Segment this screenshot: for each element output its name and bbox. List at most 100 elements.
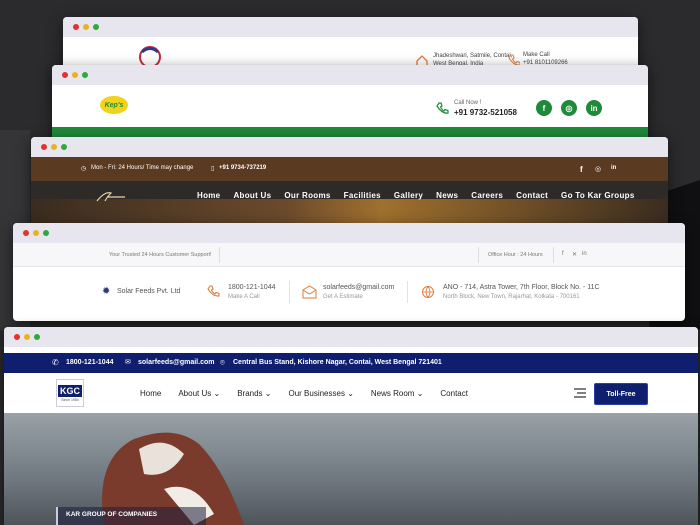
minimize-dot[interactable]: [83, 24, 89, 30]
maximize-dot[interactable]: [34, 334, 40, 340]
email-address[interactable]: solarfeeds@gmail.com: [138, 359, 214, 366]
facebook-icon[interactable]: f: [562, 251, 564, 257]
facebook-icon[interactable]: f: [536, 100, 552, 116]
phone-icon: [207, 285, 220, 297]
title-bar: [52, 65, 648, 85]
nav-brands[interactable]: Brands ⌄: [237, 389, 271, 398]
phone-number[interactable]: 1800-121-1044: [66, 359, 114, 366]
title-bar: [4, 327, 698, 347]
toll-free-label: Toll-Free: [606, 390, 636, 398]
linkedin-icon[interactable]: in: [611, 165, 616, 171]
address-text: Central Bus Stand, Kishore Nagar, Contai…: [233, 359, 442, 366]
email-icon: [302, 285, 317, 299]
kgc-logo[interactable]: KGC Since 1984: [56, 379, 84, 407]
email-icon: ✉: [125, 359, 131, 366]
nav-about-us[interactable]: About Us ⌄: [178, 389, 220, 398]
hero-label-box: KAR GROUP OF COMPANIES: [56, 507, 206, 525]
divider: [289, 281, 290, 303]
chevron-down-icon: ⌄: [264, 389, 272, 398]
chevron-down-icon: ⌄: [347, 389, 354, 398]
hotel-logo-icon[interactable]: [95, 189, 129, 203]
facebook-icon[interactable]: f: [580, 165, 583, 174]
solar-logo-icon: ✹: [102, 286, 111, 297]
phone-icon: [436, 102, 449, 114]
call-number[interactable]: +91 9732-521058: [454, 108, 517, 117]
minimize-dot[interactable]: [33, 230, 39, 236]
title-bar: [13, 223, 685, 243]
nav-news-room-label: News Room: [370, 389, 415, 398]
linkedin-icon[interactable]: in: [586, 100, 602, 116]
nav-our-rooms[interactable]: Our Rooms: [284, 191, 330, 200]
phone-label: Make A Call: [228, 294, 260, 300]
hero-section: KAR GROUP OF COMPANIES: [4, 413, 698, 525]
chevron-down-icon: ⌄: [416, 389, 424, 398]
call-label: Call Now !: [454, 100, 482, 106]
nav-careers[interactable]: Careers: [471, 191, 503, 200]
main-nav: Home About Us Our Rooms Facilities Galle…: [197, 191, 635, 200]
title-bar: [31, 137, 668, 157]
divider: [478, 247, 479, 263]
nav-about-us-label: About Us: [178, 389, 212, 398]
email-address[interactable]: solarfeeds@gmail.com: [323, 284, 394, 291]
main-nav-bar: Home About Us Our Rooms Facilities Galle…: [31, 181, 668, 227]
hero-label: KAR GROUP OF COMPANIES: [66, 511, 158, 518]
divider: [553, 247, 554, 263]
hamburger-menu-icon[interactable]: [573, 387, 587, 399]
brand-name[interactable]: Solar Feeds Pvt. Ltd: [117, 288, 180, 295]
nav-home[interactable]: Home: [140, 389, 161, 398]
main-nav: Home About Us ⌄ Brands ⌄ Our Businesses …: [140, 389, 468, 398]
support-text: Your Trusted 24 Hours Customer Support!: [109, 252, 212, 258]
browser-window-5: ✆ 1800-121-1044 ✉ solarfeeds@gmail.com ⌾…: [4, 327, 698, 525]
hours-text: Mon - Fri: 24 Hours/ Time may change: [91, 165, 194, 171]
top-info-bar: Your Trusted 24 Hours Customer Support! …: [13, 243, 685, 267]
browser-window-4: Your Trusted 24 Hours Customer Support! …: [13, 223, 685, 321]
nav-our-businesses-label: Our Businesses: [288, 389, 345, 398]
close-dot[interactable]: [62, 72, 68, 78]
maximize-dot[interactable]: [43, 230, 49, 236]
location-pin-icon: ⌾: [220, 358, 225, 367]
logo-text: Kep's: [104, 101, 124, 109]
social-links: f ◎ in: [536, 100, 602, 116]
twitter-icon[interactable]: ✕: [572, 251, 577, 258]
top-info-bar: ✆ 1800-121-1044 ✉ solarfeeds@gmail.com ⌾…: [4, 353, 698, 373]
address-line-1: ANO - 714, Astra Tower, 7th Floor, Block…: [443, 284, 600, 291]
instagram-icon[interactable]: ◎: [561, 100, 577, 116]
call-label: Make Call: [523, 52, 550, 58]
maximize-dot[interactable]: [61, 144, 67, 150]
nav-our-businesses[interactable]: Our Businesses ⌄: [288, 389, 353, 398]
toll-free-button[interactable]: Toll-Free: [594, 383, 648, 405]
nav-go-to-kar-groups[interactable]: Go To Kar Groups: [561, 191, 635, 200]
address-line-2: North Block, New Town, Rajarhat, Kolkata…: [443, 294, 580, 300]
minimize-dot[interactable]: [72, 72, 78, 78]
clock-icon: ◷: [81, 166, 87, 172]
nav-news[interactable]: News: [436, 191, 458, 200]
email-label: Get A Estimate: [323, 294, 363, 300]
top-info-bar: ◷ Mon - Fri: 24 Hours/ Time may change ▯…: [31, 157, 668, 181]
linkedin-icon[interactable]: in: [582, 251, 587, 257]
keps-logo[interactable]: Kep's: [100, 96, 128, 114]
minimize-dot[interactable]: [51, 144, 57, 150]
nav-contact[interactable]: Contact: [440, 389, 468, 398]
main-header: KGC Since 1984 Home About Us ⌄ Brands ⌄ …: [4, 373, 698, 413]
nav-news-room[interactable]: News Room ⌄: [371, 389, 424, 398]
instagram-icon[interactable]: ◎: [595, 165, 601, 173]
maximize-dot[interactable]: [93, 24, 99, 30]
phone-text[interactable]: +91 9734-737219: [219, 165, 266, 171]
nav-home[interactable]: Home: [197, 191, 220, 200]
logo-since: Since 1984: [61, 397, 79, 402]
maximize-dot[interactable]: [82, 72, 88, 78]
close-dot[interactable]: [23, 230, 29, 236]
chevron-down-icon: ⌄: [213, 389, 221, 398]
nav-facilities[interactable]: Facilities: [344, 191, 381, 200]
close-dot[interactable]: [41, 144, 47, 150]
nav-about-us[interactable]: About Us: [233, 191, 271, 200]
nav-contact[interactable]: Contact: [516, 191, 548, 200]
close-dot[interactable]: [73, 24, 79, 30]
logo-text: KGC: [58, 384, 82, 397]
mobile-icon: ▯: [211, 166, 215, 172]
phone-number[interactable]: 1800-121-1044: [228, 284, 276, 291]
minimize-dot[interactable]: [24, 334, 30, 340]
nav-gallery[interactable]: Gallery: [394, 191, 423, 200]
close-dot[interactable]: [14, 334, 20, 340]
office-hours-text: Office Hour : 24 Hours: [488, 252, 543, 258]
